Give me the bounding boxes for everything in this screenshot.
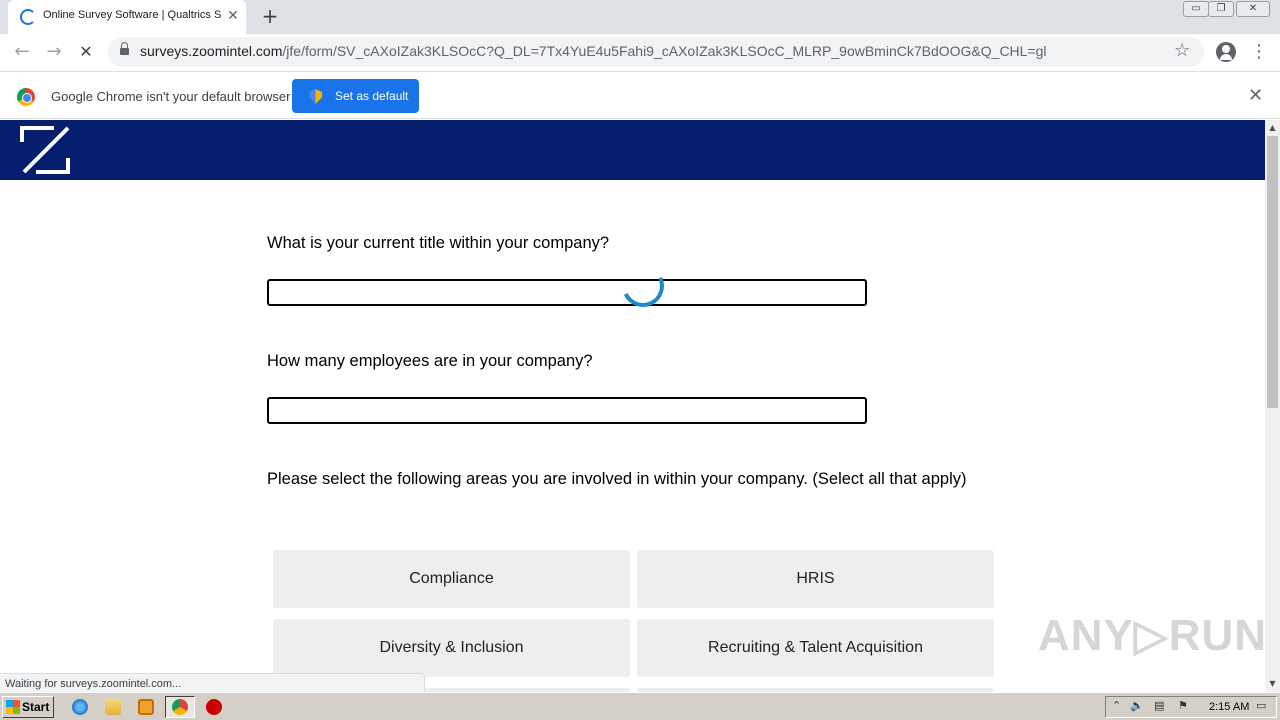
start-label: Start bbox=[22, 700, 50, 714]
scroll-down-arrow-icon[interactable]: ▼ bbox=[1265, 676, 1280, 691]
network-icon[interactable]: ▤ bbox=[1154, 699, 1164, 712]
volume-icon[interactable]: 🔈 bbox=[1130, 699, 1144, 712]
start-button[interactable]: Start bbox=[2, 696, 54, 718]
close-window-button[interactable]: ✕ bbox=[1236, 1, 1270, 17]
tab-strip: Online Survey Software | Qualtrics S ✕ +… bbox=[0, 0, 1280, 34]
new-tab-button[interactable]: + bbox=[259, 4, 281, 28]
set-as-default-label: Set as default bbox=[335, 89, 409, 103]
show-desktop-icon[interactable]: ▭ bbox=[1256, 699, 1266, 712]
title-input[interactable] bbox=[267, 279, 867, 306]
chrome-icon bbox=[172, 699, 188, 715]
stop-icon[interactable] bbox=[206, 699, 222, 715]
folder-icon[interactable] bbox=[105, 699, 121, 715]
menu-icon[interactable]: ⋮ bbox=[1250, 40, 1268, 64]
system-tray: ⌃ 🔈 ▤ ⚑ ▭ bbox=[1105, 696, 1277, 718]
restore-button[interactable]: ❐ bbox=[1208, 1, 1234, 17]
stop-loading-button[interactable]: ✕ bbox=[74, 40, 98, 64]
choice-diversity-inclusion[interactable]: Diversity & Inclusion bbox=[273, 619, 630, 677]
flag-icon[interactable]: ⚑ bbox=[1178, 699, 1188, 712]
bookmark-star-icon[interactable]: ☆ bbox=[1174, 40, 1190, 61]
default-browser-infobar: Google Chrome isn't your default browser… bbox=[0, 71, 1280, 119]
loading-icon bbox=[20, 9, 36, 25]
survey-page: What is your current title within your c… bbox=[0, 120, 1265, 692]
taskbar-clock: 2:15 AM bbox=[1209, 701, 1250, 713]
status-bubble: Waiting for surveys.zoomintel.com... bbox=[0, 673, 425, 693]
media-player-icon[interactable] bbox=[138, 699, 154, 715]
back-button[interactable]: ← bbox=[10, 40, 34, 64]
tab-active[interactable]: Online Survey Software | Qualtrics S ✕ bbox=[8, 0, 246, 34]
scroll-thumb[interactable] bbox=[1267, 136, 1278, 408]
question-areas: Please select the following areas you ar… bbox=[267, 470, 967, 488]
choice-hris[interactable]: HRIS bbox=[637, 550, 994, 608]
tray-expand-icon[interactable]: ⌃ bbox=[1112, 699, 1121, 712]
taskbar-chrome-button[interactable] bbox=[165, 696, 195, 718]
url-path: /jfe/form/SV_cAXoIZak3KLSOcC?Q_DL=7Tx4Yu… bbox=[282, 43, 1047, 59]
profile-icon[interactable] bbox=[1216, 42, 1236, 62]
shield-icon bbox=[309, 89, 322, 104]
question-title: What is your current title within your c… bbox=[267, 234, 610, 252]
minimize-button[interactable]: ▭ bbox=[1183, 1, 1209, 17]
browser-toolbar: ← → ✕ surveys.zoomintel.com/jfe/form/SV_… bbox=[0, 34, 1280, 70]
lock-icon[interactable] bbox=[120, 42, 129, 57]
question-employees: How many employees are in your company? bbox=[267, 352, 593, 370]
url-text[interactable]: surveys.zoomintel.com/jfe/form/SV_cAXoIZ… bbox=[140, 43, 1047, 59]
ie-icon[interactable] bbox=[72, 699, 88, 715]
infobar-message: Google Chrome isn't your default browser bbox=[51, 89, 291, 104]
choice-recruiting[interactable]: Recruiting & Talent Acquisition bbox=[637, 619, 994, 677]
forward-button[interactable]: → bbox=[42, 40, 66, 64]
tab-close-icon[interactable]: ✕ bbox=[226, 6, 240, 26]
tab-title: Online Survey Software | Qualtrics S bbox=[43, 9, 222, 21]
anyrun-watermark: ANY▷RUN bbox=[1038, 611, 1265, 660]
set-as-default-button[interactable]: Set as default bbox=[292, 79, 419, 113]
url-host: surveys.zoomintel.com bbox=[140, 43, 283, 59]
employees-input[interactable] bbox=[267, 397, 867, 424]
address-bar[interactable]: surveys.zoomintel.com/jfe/form/SV_cAXoIZ… bbox=[108, 37, 1204, 67]
page-scrollbar[interactable]: ▲ ▼ bbox=[1265, 120, 1280, 692]
windows-logo-icon bbox=[6, 700, 20, 714]
choice-compliance[interactable]: Compliance bbox=[273, 550, 630, 608]
survey-header bbox=[0, 120, 1265, 180]
windows-taskbar: Start ⌃ 🔈 ▤ ⚑ ▭ 2:15 AM bbox=[0, 692, 1280, 720]
zoom-logo-icon bbox=[20, 126, 70, 174]
scroll-up-arrow-icon[interactable]: ▲ bbox=[1265, 120, 1280, 135]
infobar-close-icon[interactable]: ✕ bbox=[1248, 85, 1263, 106]
chrome-logo-icon bbox=[17, 88, 35, 106]
